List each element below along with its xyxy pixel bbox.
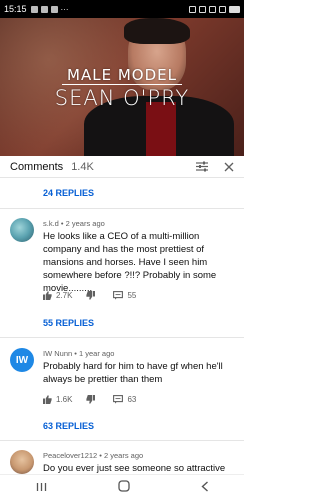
reply-comment-icon xyxy=(113,291,124,300)
status-time: 15:15 xyxy=(4,4,27,14)
signal-icon xyxy=(219,5,226,13)
avatar[interactable] xyxy=(10,450,34,474)
filter-sliders-icon[interactable] xyxy=(196,161,208,172)
thumbs-down-icon xyxy=(86,395,96,404)
battery-icon xyxy=(229,5,240,13)
video-figure-hair xyxy=(124,18,190,44)
like-button[interactable]: 1.6K xyxy=(43,395,72,404)
shield-icon xyxy=(50,5,58,13)
divider xyxy=(0,440,244,441)
video-player[interactable]: MALE MODEL SEAN O'PRY xyxy=(0,18,244,156)
like-count: 2.7K xyxy=(56,291,73,300)
wifi-icon xyxy=(209,5,216,13)
divider xyxy=(0,337,244,338)
close-icon[interactable] xyxy=(224,162,234,172)
home-icon[interactable] xyxy=(117,479,130,497)
comments-count: 1.4K xyxy=(71,160,94,173)
notification-icons: ··· xyxy=(30,4,69,14)
view-replies-link[interactable]: 63 REPLIES xyxy=(43,421,94,431)
reply-count: 55 xyxy=(127,291,137,300)
comment-author-meta[interactable]: IW Nunn • 1 year ago xyxy=(43,349,114,358)
comment-text: Probably hard for him to have gf when he… xyxy=(43,361,223,385)
system-nav-bar xyxy=(0,474,244,500)
gallery-icon xyxy=(40,5,48,13)
comment-author-meta[interactable]: s.k.d • 2 years ago xyxy=(43,219,105,228)
system-icons xyxy=(189,5,240,13)
like-count: 1.6K xyxy=(56,395,73,404)
comment-text: He looks like a CEO of a multi-million c… xyxy=(43,231,217,294)
comment-actions: 2.7K 55 xyxy=(43,291,150,300)
avatar[interactable]: IW xyxy=(10,348,34,372)
video-title-line1: MALE MODEL xyxy=(67,66,177,84)
comment-actions: 1.6K 63 xyxy=(43,395,150,404)
video-title-divider xyxy=(62,84,182,85)
video-title-line2: SEAN O'PRY xyxy=(54,86,190,110)
thumbs-up-icon xyxy=(43,395,52,404)
reply-count: 63 xyxy=(127,395,137,404)
reply-button[interactable]: 55 xyxy=(113,291,136,300)
reply-button[interactable]: 63 xyxy=(113,395,136,404)
mute-icon xyxy=(199,5,206,13)
dislike-button[interactable] xyxy=(86,395,99,404)
video-figure-shirt xyxy=(146,102,176,156)
back-icon[interactable] xyxy=(200,479,209,497)
recents-icon[interactable] xyxy=(36,479,47,497)
view-replies-link[interactable]: 24 REPLIES xyxy=(43,188,94,198)
status-bar: 15:15 ··· xyxy=(0,0,244,18)
alarm-icon xyxy=(189,5,196,13)
thumbs-up-icon xyxy=(43,291,52,300)
thumbs-down-icon xyxy=(86,291,96,300)
reply-comment-icon xyxy=(113,395,124,404)
comments-title: Comments xyxy=(10,160,64,173)
dislike-button[interactable] xyxy=(86,291,99,300)
notification-icon xyxy=(30,5,38,13)
comment-author-meta[interactable]: Peacelover1212 • 2 years ago xyxy=(43,451,143,460)
avatar[interactable] xyxy=(10,218,34,242)
divider xyxy=(0,208,244,209)
comments-header: Comments 1.4K xyxy=(0,156,244,178)
like-button[interactable]: 2.7K xyxy=(43,291,72,300)
view-replies-link[interactable]: 55 REPLIES xyxy=(43,318,94,328)
more-notifications-icon: ··· xyxy=(60,4,69,14)
comments-header-actions xyxy=(196,161,234,172)
